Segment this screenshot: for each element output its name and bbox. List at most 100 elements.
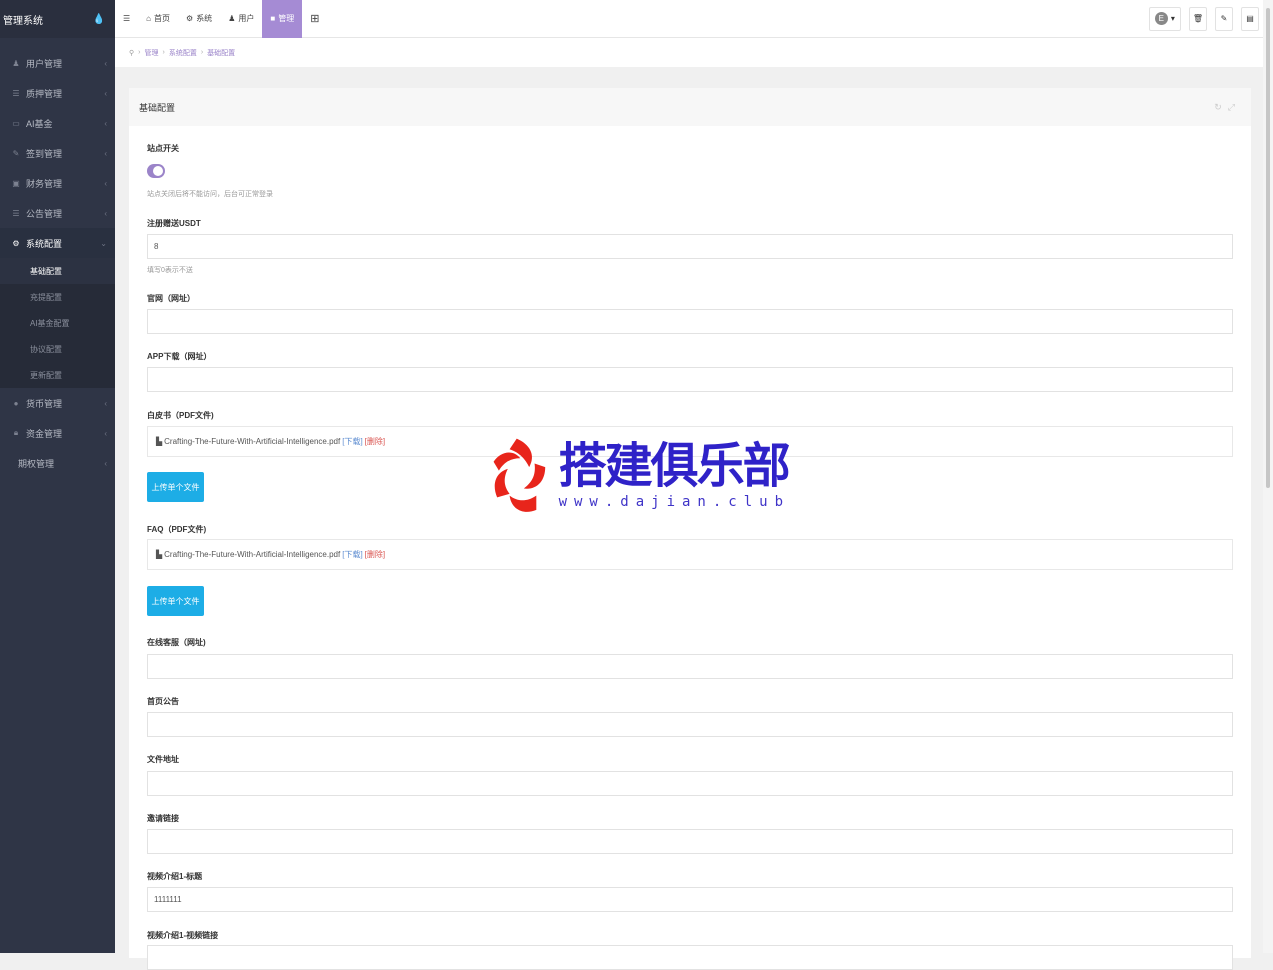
caret-down-icon: ▾ — [1170, 14, 1175, 23]
site-switch-label: 站点开关 — [147, 144, 179, 153]
site-switch-help: 站点关闭后将不能访问，后台可正常登录 — [147, 191, 273, 198]
tab-home[interactable]: ⌂ 首页 — [138, 0, 178, 38]
faq-download-link[interactable]: [下载] — [342, 549, 362, 560]
settings-panel-button[interactable]: ▤ — [1241, 6, 1259, 31]
refresh-icon[interactable]: ↻ — [1214, 102, 1228, 112]
video1-link-label: 视频介绍1-视频链接 — [147, 931, 219, 940]
top-navbar: ☰ ⌂ 首页 ⚙ 系统 ♟ 用户 ■ 管理 ⊞ E ▾ 🗑︎ ✎ ▤ — [115, 0, 1263, 38]
edit-icon: ✎ — [12, 148, 20, 158]
monitor-icon: ▭ — [12, 118, 20, 128]
gears-icon: ⚙ — [12, 238, 20, 248]
scrollbar-thumb[interactable] — [1266, 8, 1270, 488]
faq-label: FAQ（PDF文件) — [147, 525, 207, 534]
video1-title-label: 视频介绍1-标题 — [147, 872, 203, 881]
watermark-logo-icon — [493, 438, 546, 512]
sidebar-item-checkin[interactable]: ✎ 签到管理 ‹ — [0, 138, 115, 168]
watermark-title: 搭建俱乐部 — [558, 437, 791, 494]
website-input[interactable] — [147, 309, 1233, 334]
online-service-label: 在线客服（网址) — [147, 638, 206, 647]
watermark: 搭建俱乐部 www.dajian.club — [490, 428, 791, 523]
faq-upload-button[interactable]: 上传单个文件 — [147, 586, 204, 616]
file-address-input[interactable] — [147, 771, 1233, 796]
invite-link-label: 邀请链接 — [147, 814, 179, 823]
tab-manage[interactable]: ■ 管理 — [262, 0, 303, 38]
home-notice-input[interactable] — [147, 712, 1233, 737]
sidebar-item-staking[interactable]: ☰ 质押管理 ‹ — [0, 78, 115, 108]
menu-toggle-button[interactable]: ☰ — [115, 0, 138, 38]
grid-icon: ⊞ — [310, 13, 320, 25]
whitepaper-download-link[interactable]: [下载] — [342, 436, 362, 447]
chevron-down-icon: ⌄ — [100, 238, 107, 248]
breadcrumb: ⚲ › 管理 › 系统配置 › 基础配置 — [115, 38, 1263, 67]
sidebar-item-currency[interactable]: ● 货币管理 ‹ — [0, 388, 115, 418]
trash-icon: 🗑︎ — [1192, 14, 1203, 23]
user-menu-button[interactable]: E ▾ — [1148, 6, 1181, 31]
video1-link-input[interactable] — [147, 945, 1233, 970]
user-icon: ♟ — [228, 14, 236, 23]
online-service-input[interactable] — [147, 654, 1233, 679]
lock-icon: ■ — [270, 14, 276, 23]
sidebar-item-ai-fund[interactable]: ▭ AI基金 ‹ — [0, 108, 115, 138]
collapse-icon[interactable]: 💧 — [93, 14, 105, 25]
faq-delete-link[interactable]: [删除] — [365, 549, 385, 560]
app-download-label: APP下载（网址） — [147, 352, 212, 361]
lock-icon: 🔒︎ — [13, 428, 19, 437]
user-icon: ♟ — [12, 58, 20, 68]
website-label: 官网（网址） — [147, 294, 195, 303]
chevron-left-icon: ‹ — [104, 208, 107, 218]
home-icon: ⌂ — [146, 14, 152, 23]
tab-system[interactable]: ⚙ 系统 — [178, 0, 220, 38]
file-address-label: 文件地址 — [147, 755, 179, 764]
breadcrumb-item[interactable]: 管理 — [144, 48, 158, 58]
sidebar-item-system-config[interactable]: ⚙ 系统配置 ⌄ — [0, 228, 115, 258]
sidebar: 管理系统 💧 ♟ 用户管理 ‹ ☰ 质押管理 ‹ ▭ AI基金 ‹ ✎ 签到管理 ‹ ▣ 财务管理… — [0, 0, 115, 953]
panel-title: 基础配置 — [139, 102, 176, 113]
trash-button[interactable]: 🗑︎ — [1188, 6, 1207, 31]
faq-file: ▙ Crafting-The-Future-With-Artificial-In… — [147, 539, 1233, 570]
config-panel: 基础配置 ↻⤢ 站点开关 站点关闭后将不能访问，后台可正常登录 注册赠送USDT… — [129, 88, 1251, 970]
file-icon: ▙ — [156, 550, 163, 559]
whitepaper-filename: Crafting-The-Future-With-Artificial-Inte… — [164, 437, 341, 446]
panel-icon: ▤ — [1246, 14, 1254, 23]
list-icon: ☰ — [12, 88, 20, 98]
site-switch-toggle[interactable] — [147, 164, 165, 178]
sidebar-item-notice[interactable]: ☰ 公告管理 ‹ — [0, 198, 115, 228]
scrollbar[interactable] — [1263, 0, 1273, 953]
breadcrumb-item[interactable]: 系统配置 — [169, 48, 197, 58]
sidebar-item-funds[interactable]: 🔒︎ 资金管理 ‹ — [0, 418, 115, 448]
whitepaper-upload-button[interactable]: 上传单个文件 — [147, 472, 204, 502]
app-download-input[interactable] — [147, 367, 1233, 392]
chevron-left-icon: ‹ — [104, 428, 107, 438]
coin-icon: ● — [13, 398, 19, 408]
sidebar-header: 管理系统 💧 — [0, 0, 115, 38]
sidebar-item-users[interactable]: ♟ 用户管理 ‹ — [0, 48, 115, 78]
register-usdt-input[interactable]: 8 — [147, 234, 1233, 259]
sidebar-sub-update-config[interactable]: 更新配置 — [0, 362, 115, 388]
avatar: E — [1154, 12, 1168, 25]
invite-link-input[interactable] — [147, 829, 1233, 854]
tab-users[interactable]: ♟ 用户 — [220, 0, 262, 38]
chevron-left-icon: ‹ — [104, 178, 107, 188]
chevron-left-icon: ‹ — [104, 58, 107, 68]
location-icon: ⚲ — [129, 49, 135, 57]
sidebar-sub-deposit-config[interactable]: 充提配置 — [0, 284, 115, 310]
app-title: 管理系统 — [3, 15, 43, 27]
grid-button[interactable]: ⊞ — [302, 0, 327, 38]
edit-button[interactable]: ✎ — [1215, 6, 1233, 31]
chevron-left-icon: ‹ — [104, 88, 107, 98]
video1-title-input[interactable]: 1111111 — [147, 887, 1233, 912]
chevron-left-icon: ‹ — [104, 148, 107, 158]
sidebar-sub-agreement-config[interactable]: 协议配置 — [0, 336, 115, 362]
sidebar-item-finance[interactable]: ▣ 财务管理 ‹ — [0, 168, 115, 198]
whitepaper-label: 白皮书（PDF文件) — [147, 411, 214, 420]
register-usdt-label: 注册赠送USDT — [147, 219, 201, 228]
expand-icon[interactable]: ⤢ — [1228, 102, 1241, 112]
gear-icon: ⚙ — [186, 14, 194, 23]
whitepaper-delete-link[interactable]: [删除] — [365, 436, 385, 447]
panel-header: 基础配置 ↻⤢ — [129, 88, 1251, 126]
sidebar-sub-basic-config[interactable]: 基础配置 — [0, 258, 115, 284]
chevron-left-icon: ‹ — [104, 398, 107, 408]
watermark-url: www.dajian.club — [558, 493, 790, 510]
sidebar-item-options[interactable]: 期权管理 ‹ — [0, 448, 115, 478]
sidebar-sub-ai-fund-config[interactable]: AI基金配置 — [0, 310, 115, 336]
